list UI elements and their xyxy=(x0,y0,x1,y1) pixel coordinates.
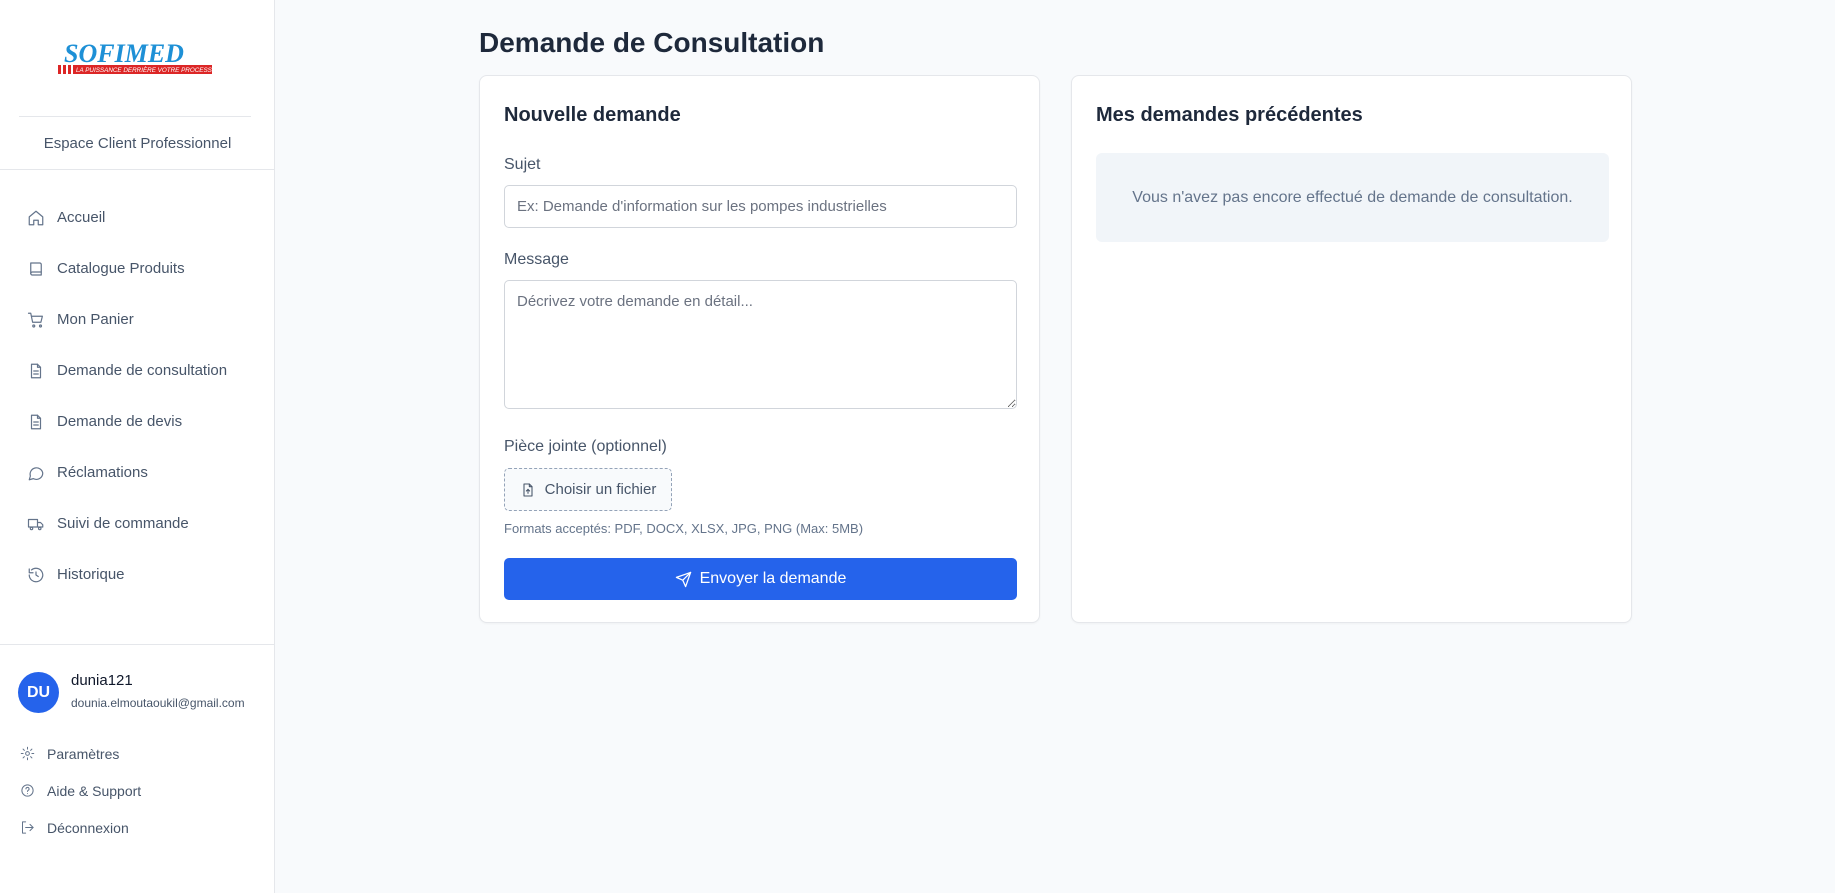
settings-link[interactable]: Paramètres xyxy=(0,735,275,772)
home-icon xyxy=(26,208,46,228)
help-icon xyxy=(18,782,36,800)
gear-icon xyxy=(18,745,36,763)
svg-text:SOFIMED: SOFIMED xyxy=(64,39,184,68)
chat-icon xyxy=(26,463,46,483)
new-request-card: Nouvelle demande Sujet Message Pièce joi… xyxy=(479,75,1040,623)
sidebar-item-label: Mon Panier xyxy=(57,311,134,328)
sidebar-bottom-links: Paramètres Aide & Support Déconnexion xyxy=(0,735,275,846)
document-icon xyxy=(26,361,46,381)
sidebar-item-label: Catalogue Produits xyxy=(57,260,185,277)
subject-input[interactable] xyxy=(504,185,1017,228)
new-request-title: Nouvelle demande xyxy=(504,104,681,126)
truck-icon xyxy=(26,514,46,534)
logout-icon xyxy=(18,819,36,837)
send-request-label: Envoyer la demande xyxy=(699,570,847,587)
cart-icon xyxy=(26,310,46,330)
sidebar-item-catalogue[interactable]: Catalogue Produits xyxy=(0,243,275,294)
portal-subtitle: Espace Client Professionnel xyxy=(0,117,275,170)
send-request-button[interactable]: Envoyer la demande xyxy=(504,558,1017,600)
formats-hint: Formats acceptés: PDF, DOCX, XLSX, JPG, … xyxy=(504,521,864,536)
logout-label: Déconnexion xyxy=(47,819,129,836)
sidebar-item-label: Suivi de commande xyxy=(57,515,189,532)
help-support-link[interactable]: Aide & Support xyxy=(0,772,275,809)
sidebar-item-label: Demande de consultation xyxy=(57,362,228,379)
sofimed-logo[interactable]: SOFIMED LA PUISSANCE DERRIÈRE VOTRE PROC… xyxy=(57,38,213,78)
document-icon xyxy=(26,412,46,432)
logo-area: SOFIMED LA PUISSANCE DERRIÈRE VOTRE PROC… xyxy=(19,0,251,117)
sidebar-item-historique[interactable]: Historique xyxy=(0,549,275,600)
sidebar-item-suivi[interactable]: Suivi de commande xyxy=(0,498,275,549)
settings-label: Paramètres xyxy=(47,745,120,762)
sidebar-item-label: Accueil xyxy=(57,209,106,226)
avatar: DU xyxy=(18,672,59,713)
attachment-label: Pièce jointe (optionnel) xyxy=(504,438,667,455)
sidebar-item-consultation[interactable]: Demande de consultation xyxy=(0,345,275,396)
user-name: dunia121 xyxy=(71,672,133,689)
book-icon xyxy=(26,259,46,279)
choose-file-label: Choisir un fichier xyxy=(544,481,657,498)
subject-label: Sujet xyxy=(504,156,541,173)
file-upload-icon xyxy=(523,482,533,497)
message-textarea[interactable] xyxy=(504,280,1017,409)
sidebar-item-devis[interactable]: Demande de devis xyxy=(0,396,275,447)
sidebar: SOFIMED LA PUISSANCE DERRIÈRE VOTRE PROC… xyxy=(0,0,275,893)
svg-text:LA PUISSANCE DERRIÈRE VOTRE PR: LA PUISSANCE DERRIÈRE VOTRE PROCESS xyxy=(76,65,213,74)
user-email: dounia.elmoutaoukil@gmail.com xyxy=(71,696,245,710)
help-support-label: Aide & Support xyxy=(47,782,142,799)
previous-requests-title: Mes demandes précédentes xyxy=(1096,104,1363,126)
sidebar-item-label: Réclamations xyxy=(57,464,148,481)
page-title: Demande de Consultation xyxy=(479,27,825,58)
logout-link[interactable]: Déconnexion xyxy=(0,809,275,846)
empty-state-message: Vous n'avez pas encore effectué de deman… xyxy=(1096,153,1609,242)
history-icon xyxy=(26,565,46,585)
user-profile[interactable]: DU dunia121 dounia.elmoutaoukil@gmail.co… xyxy=(0,644,275,736)
message-label: Message xyxy=(504,251,569,268)
previous-requests-card: Mes demandes précédentes Vous n'avez pas… xyxy=(1071,75,1632,623)
sidebar-item-label: Demande de devis xyxy=(57,413,183,430)
sidebar-nav: Accueil Catalogue Produits Mon Panier De… xyxy=(0,192,275,600)
choose-file-button[interactable]: Choisir un fichier xyxy=(504,468,672,511)
sidebar-item-accueil[interactable]: Accueil xyxy=(0,192,275,243)
sidebar-item-label: Historique xyxy=(57,566,125,583)
sidebar-item-panier[interactable]: Mon Panier xyxy=(0,294,275,345)
send-icon xyxy=(675,571,691,587)
sidebar-item-reclamations[interactable]: Réclamations xyxy=(0,447,275,498)
